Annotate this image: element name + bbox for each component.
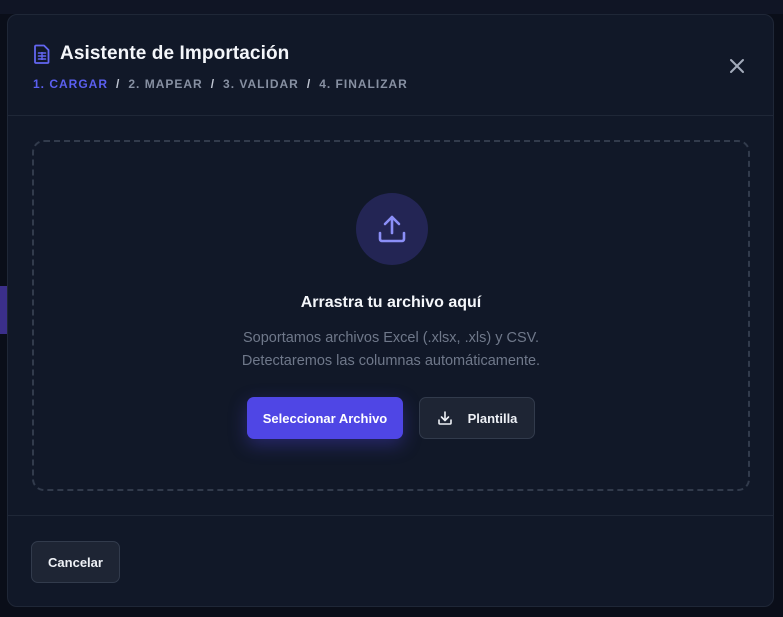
dropzone-title: Arrastra tu archivo aquí: [300, 294, 482, 311]
step-separator: /: [306, 77, 312, 91]
close-button[interactable]: [724, 53, 750, 79]
upload-icon-circle: [356, 193, 428, 265]
cancel-button-label: Cancelar: [48, 554, 103, 570]
wizard-steps-breadcrumb: 1. CARGAR / 2. MAPEAR / 3. VALIDAR / 4. …: [33, 77, 408, 91]
step-separator: /: [210, 77, 216, 91]
dropzone-subtitle-line2: Detectaremos las columnas automáticament…: [241, 353, 541, 369]
download-template-label: Plantilla: [467, 410, 518, 426]
cancel-button[interactable]: Cancelar: [31, 541, 120, 583]
download-template-button[interactable]: Plantilla: [419, 397, 535, 439]
select-file-button[interactable]: Seleccionar Archivo: [247, 397, 403, 439]
step-upload: 1. CARGAR: [33, 77, 109, 91]
file-dropzone[interactable]: Arrastra tu archivo aquí Soportamos arch…: [32, 140, 750, 491]
select-file-button-label: Seleccionar Archivo: [262, 410, 388, 426]
modal-title-row: Asistente de Importación: [33, 43, 289, 65]
close-icon: [730, 59, 744, 73]
upload-icon: [378, 215, 406, 243]
modal-footer: Cancelar: [8, 515, 773, 606]
dropzone-subtitle-line1: Soportamos archivos Excel (.xlsx, .xls) …: [243, 330, 539, 346]
step-validate: 3. VALIDAR: [223, 77, 299, 91]
step-finish: 4. FINALIZAR: [319, 77, 408, 91]
step-separator: /: [116, 77, 121, 91]
import-wizard-modal: Asistente de Importación 1. CARGAR / 2. …: [7, 14, 774, 607]
download-icon: [437, 411, 452, 425]
modal-header: Asistente de Importación 1. CARGAR / 2. …: [8, 15, 773, 116]
document-icon: [34, 44, 50, 64]
background-app-header: [0, 0, 783, 14]
modal-title: Asistente de Importación: [60, 43, 290, 64]
step-map: 2. MAPEAR: [128, 77, 203, 91]
